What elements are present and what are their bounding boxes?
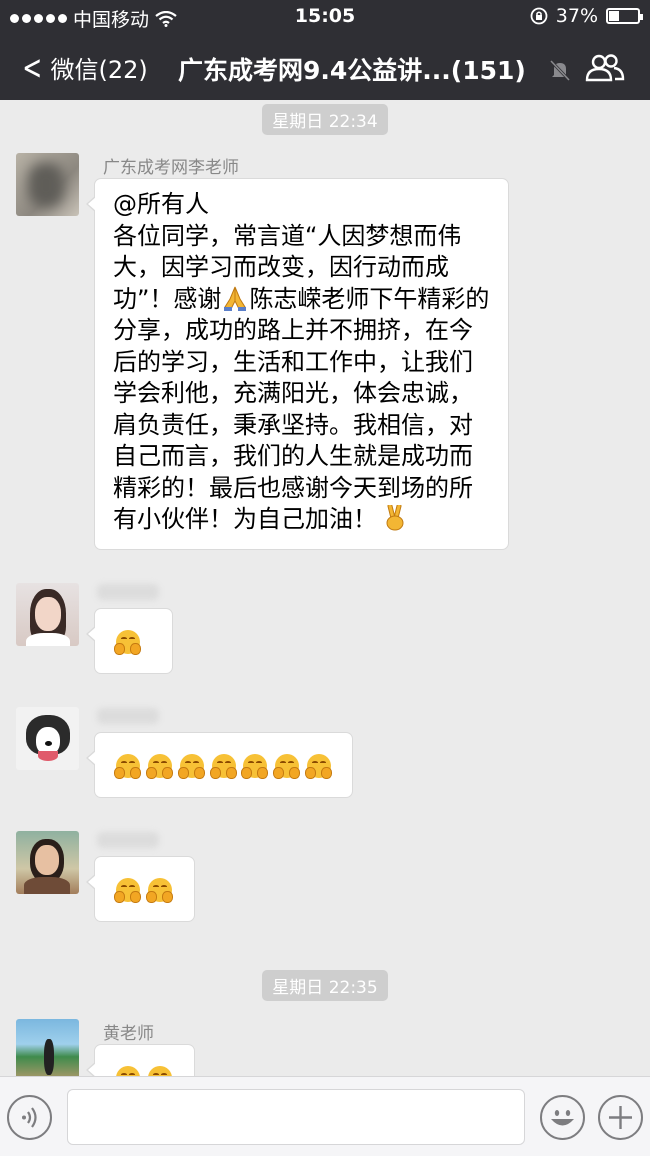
input-bar: [0, 1076, 650, 1156]
sender-name: 黄老师: [103, 1024, 154, 1044]
folded-hands-icon: [224, 286, 247, 311]
voice-icon: [22, 1107, 37, 1128]
avatar[interactable]: [16, 1019, 79, 1076]
emoji-row: [95, 1045, 194, 1076]
message-bubble[interactable]: [86, 1044, 195, 1076]
message-bubble[interactable]: [86, 732, 353, 798]
avatar[interactable]: [16, 831, 79, 894]
timestamp: 星期日 22:34: [0, 104, 650, 135]
message-bubble[interactable]: @所有人 各位同学，常言道“人因梦想而伟大，因学习而改变，因行动而成功”！感谢 …: [86, 178, 509, 550]
plus-icon: [609, 1106, 632, 1129]
hug-face-icon: [146, 875, 174, 903]
hug-face-icon: [114, 627, 142, 655]
battery-icon: [606, 8, 643, 24]
hug-face-icon: [146, 1063, 174, 1076]
timestamp-label: 星期日 22:34: [262, 104, 388, 135]
message-bubble[interactable]: [86, 856, 195, 922]
back-button[interactable]: < 微信(22): [18, 47, 148, 88]
hug-face-icon: [273, 751, 301, 779]
sender-name-blurred: [97, 832, 159, 848]
voice-button[interactable]: [7, 1095, 52, 1140]
hug-face-icon: [177, 751, 206, 779]
sender-name-blurred: [97, 584, 159, 600]
hug-face-icon: [114, 875, 142, 903]
message-bubble[interactable]: [86, 608, 173, 674]
avatar[interactable]: [16, 707, 79, 770]
group-members-icon[interactable]: [585, 53, 625, 83]
message-text-part-2: 陈志嵘老师下午精彩的分享，成功的路上并不拥挤，在今后的学习，生活和工作中，让我们…: [113, 284, 490, 534]
back-label: 微信(22): [50, 56, 148, 84]
timestamp: 星期日 22:35: [0, 970, 650, 1001]
nav-bar: < 微信(22) 广东成考网9.4公益讲...(151): [0, 34, 650, 100]
chat-title: 广东成考网9.4公益讲...(151): [178, 56, 526, 85]
emoji-row: [95, 857, 194, 921]
emoji-row: [95, 609, 172, 673]
message-text: @所有人 各位同学，常言道“人因梦想而伟大，因学习而改变，因行动而成功”！感谢 …: [95, 179, 508, 546]
battery-percent: 37%: [555, 5, 598, 27]
hug-face-icon: [241, 751, 269, 779]
sender-name: 广东成考网李老师: [103, 158, 239, 178]
orientation-lock-icon: [530, 7, 548, 25]
plus-button[interactable]: [598, 1095, 643, 1140]
avatar[interactable]: [16, 583, 79, 646]
victory-hand-icon: [386, 505, 404, 531]
hug-face-icon: [209, 751, 238, 779]
mute-bell-icon: [549, 59, 571, 82]
hug-face-icon: [114, 751, 142, 779]
chat-area[interactable]: 星期日 22:34 广东成考网李老师 @所有人 各位同学，常言道“人因梦想而伟大…: [0, 100, 650, 1076]
message-input[interactable]: [67, 1089, 525, 1145]
emoji-row: [95, 733, 352, 797]
chevron-left-icon: <: [22, 47, 43, 88]
emoji-face-icon: [551, 1110, 574, 1126]
timestamp-label: 星期日 22:35: [262, 970, 388, 1001]
emoji-button[interactable]: [540, 1095, 585, 1140]
hug-face-icon: [114, 1063, 142, 1076]
avatar[interactable]: [16, 153, 79, 216]
sender-name-blurred: [97, 708, 159, 724]
hug-face-icon: [145, 751, 174, 779]
status-bar: 中国移动 15:05 37%: [0, 0, 650, 34]
hug-face-icon: [305, 751, 333, 779]
